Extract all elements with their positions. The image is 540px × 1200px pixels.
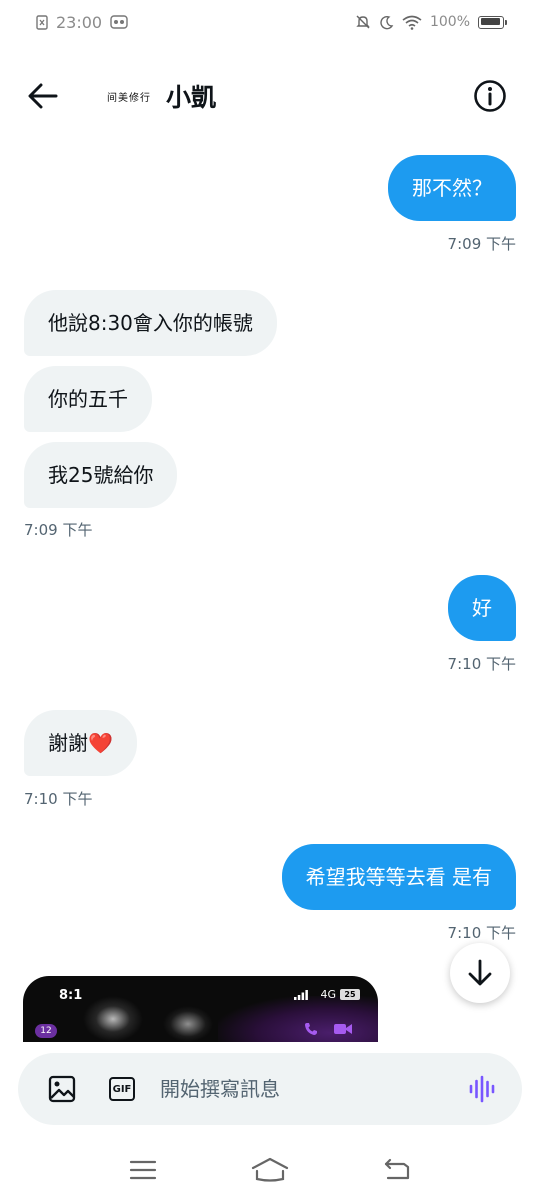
status-bar: 23:00 100% — [0, 0, 540, 44]
nav-back-button[interactable] — [372, 1150, 422, 1190]
image-purple-area — [218, 996, 378, 1042]
home-icon — [251, 1157, 289, 1182]
arrow-down-icon — [468, 959, 492, 986]
image-highlight — [83, 996, 143, 1042]
message-bubble-outgoing[interactable]: 好 — [448, 575, 516, 641]
message-timestamp: 7:09 下午 — [447, 235, 516, 253]
message-input[interactable] — [160, 1069, 464, 1109]
info-button[interactable] — [468, 74, 512, 118]
battery-percent: 100% — [429, 14, 470, 30]
status-right: 100% — [355, 14, 507, 30]
back-button[interactable] — [28, 74, 72, 118]
back-arrow-icon — [28, 83, 58, 109]
message-bubble-incoming[interactable]: 我25號給你 — [24, 442, 178, 508]
nav-menu-button[interactable] — [118, 1150, 168, 1190]
video-icon — [334, 1024, 352, 1034]
sim-x-icon — [36, 14, 48, 30]
app-notification-icon — [110, 14, 128, 30]
message-timestamp: 7:10 下午 — [447, 655, 516, 673]
message-text: 他說8:30會入你的帳號 — [48, 311, 253, 335]
phone-icon — [305, 1023, 317, 1035]
message-bubble-incoming[interactable]: 他說8:30會入你的帳號 — [24, 290, 277, 356]
heart-emoji: ❤️ — [88, 731, 113, 755]
voice-message-button[interactable] — [464, 1071, 500, 1107]
moon-icon — [379, 15, 394, 30]
image-status-time: 8:1 — [59, 988, 83, 1003]
avatar-text: 间美修行 — [107, 92, 151, 104]
battery-icon — [478, 15, 507, 29]
message-composer: GIF — [18, 1053, 522, 1125]
nav-home-button[interactable] — [245, 1150, 295, 1190]
info-icon — [474, 80, 506, 112]
image-icon — [48, 1075, 76, 1103]
message-text: 謝謝 — [48, 731, 88, 755]
wifi-icon — [402, 15, 422, 30]
avatar[interactable]: 间美修行 — [100, 81, 158, 111]
message-timestamp: 7:10 下午 — [447, 924, 516, 942]
message-timestamp: 7:09 下午 — [24, 521, 93, 539]
system-nav-bar — [0, 1140, 540, 1200]
message-text: 好 — [472, 596, 492, 620]
mute-icon — [355, 14, 371, 30]
gif-icon: GIF — [109, 1077, 135, 1101]
message-bubble-incoming[interactable]: 謝謝 ❤️ — [24, 710, 137, 776]
message-text: 你的五千 — [48, 387, 128, 411]
add-gif-button[interactable]: GIF — [106, 1073, 138, 1105]
message-bubble-outgoing[interactable]: 希望我等等去看 是有 — [281, 844, 516, 910]
message-bubble-incoming[interactable]: 你的五千 — [24, 366, 152, 432]
image-network: 4G — [320, 988, 336, 1001]
back-icon — [384, 1158, 409, 1180]
status-left: 23:00 — [36, 13, 128, 32]
voice-icon — [469, 1075, 495, 1103]
contact-name[interactable]: 小凱 — [166, 78, 216, 114]
message-text: 我25號給你 — [48, 463, 154, 487]
message-timestamp: 7:10 下午 — [24, 790, 93, 808]
menu-icon — [130, 1160, 157, 1180]
add-image-button[interactable] — [46, 1073, 78, 1105]
message-text: 希望我等等去看 是有 — [305, 865, 492, 889]
status-time: 23:00 — [56, 12, 103, 32]
scroll-to-bottom-button[interactable] — [450, 943, 510, 1003]
message-bubble-outgoing[interactable]: 那不然？ — [388, 155, 516, 221]
message-text: 那不然？ — [412, 176, 492, 200]
signal-icon — [294, 990, 308, 1000]
image-message[interactable]: 8:1 4G 25 12 — [23, 976, 378, 1042]
image-badge: 12 — [35, 1024, 57, 1038]
image-highlight — [163, 1006, 213, 1042]
conversation-header: 间美修行 小凱 — [0, 56, 540, 136]
image-battery: 25 — [340, 989, 360, 1000]
